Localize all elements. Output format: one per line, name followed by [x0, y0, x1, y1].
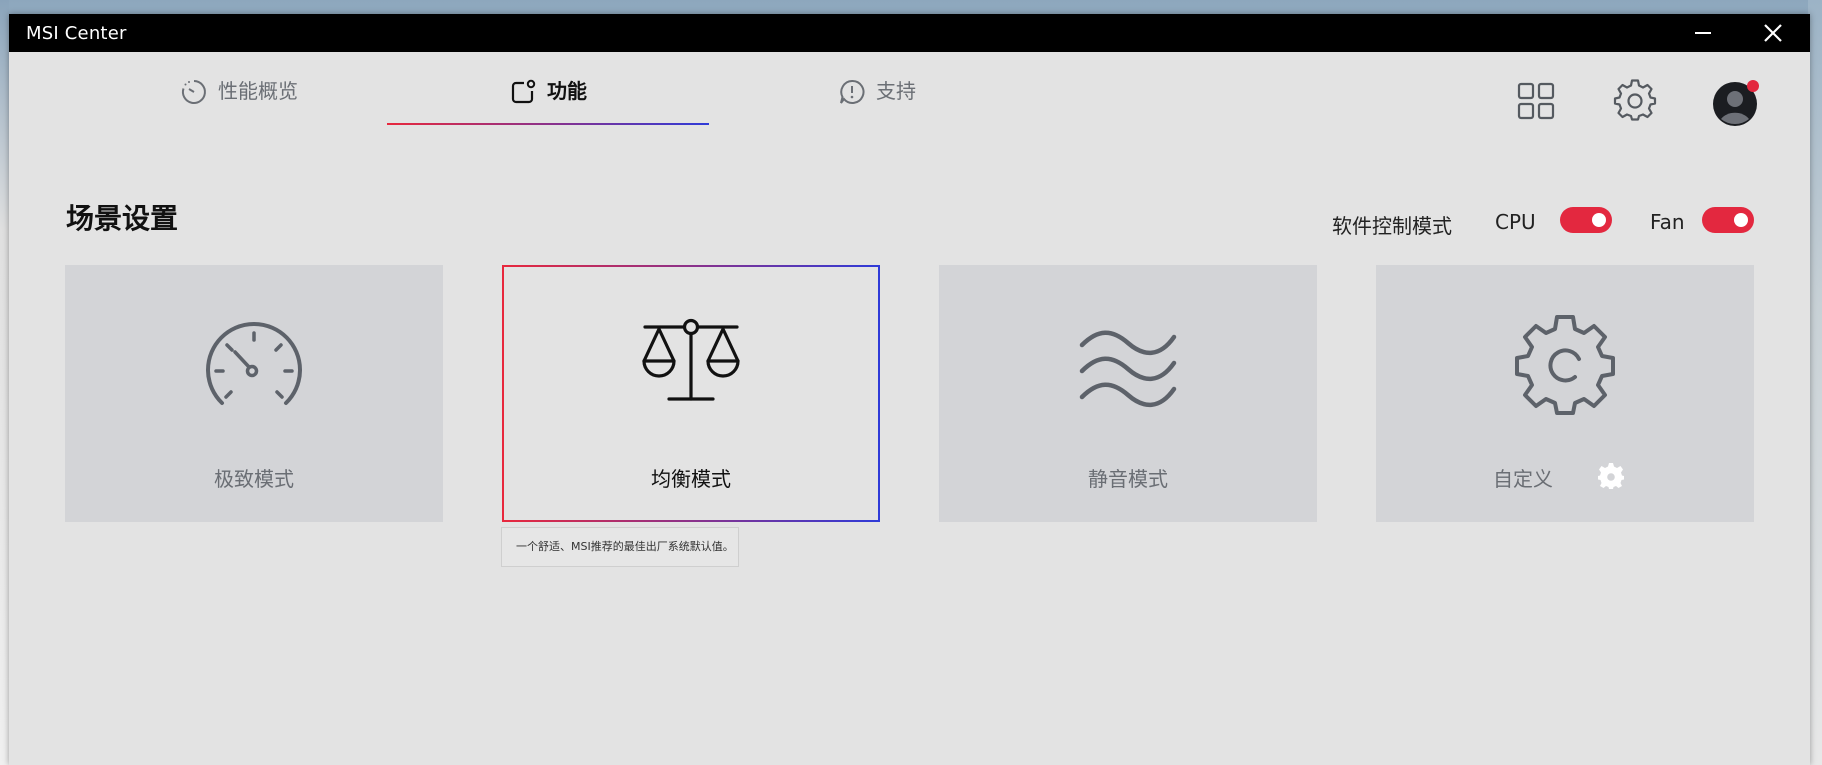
scenario-tooltip: 一个舒适、MSI推荐的最佳出厂系统默认值。 [501, 527, 739, 567]
scenario-card-extreme[interactable]: 极致模式 [65, 265, 443, 522]
scenario-label-custom: 自定义 [1493, 467, 1553, 491]
tab-label: 性能概览 [218, 79, 298, 103]
toggle-knob [1592, 213, 1606, 227]
apps-grid-icon [1517, 82, 1555, 120]
speedometer-icon [206, 322, 302, 405]
active-tab-underline [387, 123, 709, 125]
scenario-card-balanced[interactable]: 均衡模式 [502, 265, 880, 522]
scenario-label: 极致模式 [214, 467, 294, 491]
software-control-mode-label: 软件控制模式 [1332, 214, 1452, 238]
tab-label: 支持 [876, 79, 916, 103]
scenario-label: 静音模式 [1088, 467, 1168, 491]
fan-toggle[interactable] [1702, 207, 1754, 233]
chat-alert-icon [840, 79, 865, 104]
settings-gear-icon [1613, 79, 1657, 121]
window-title: MSI Center [26, 23, 127, 44]
feature-square-icon [511, 79, 536, 104]
scenario-label: 均衡模式 [651, 467, 731, 491]
cpu-label: CPU [1495, 210, 1536, 234]
gauge-clock-icon [181, 80, 206, 104]
toggle-knob [1734, 213, 1748, 227]
small-gear-icon [1598, 463, 1624, 489]
custom-settings-button[interactable] [1597, 462, 1625, 494]
user-avatar-button[interactable] [1711, 78, 1763, 134]
tab-features[interactable]: 功能 [387, 76, 709, 136]
page-title: 场景设置 [66, 202, 179, 235]
apps-grid-button[interactable] [1517, 82, 1555, 124]
minimize-button[interactable] [1673, 14, 1733, 52]
desktop-background-right [1808, 0, 1822, 765]
title-bar: MSI Center [9, 14, 1810, 52]
minimize-icon [1695, 32, 1711, 34]
close-button[interactable] [1743, 14, 1803, 52]
desktop-background-left [0, 0, 9, 765]
tab-support[interactable]: 支持 [827, 76, 927, 136]
tab-label: 功能 [547, 79, 587, 103]
msi-center-window: MSI Center 性能概览 功能 支持 场景设置 软件控制模式 CPU Fa… [9, 14, 1810, 765]
wave-lines-icon [1079, 330, 1177, 407]
tab-performance-overview[interactable]: 性能概览 [159, 76, 319, 136]
close-icon [1764, 24, 1782, 42]
user-avatar-icon [1713, 80, 1759, 126]
custom-gear-icon [1515, 315, 1615, 415]
cpu-toggle[interactable] [1560, 207, 1612, 233]
scenario-card-silent[interactable]: 静音模式 [939, 265, 1317, 522]
fan-label: Fan [1650, 210, 1685, 234]
settings-button[interactable] [1613, 78, 1657, 126]
balance-scale-icon [642, 318, 740, 401]
